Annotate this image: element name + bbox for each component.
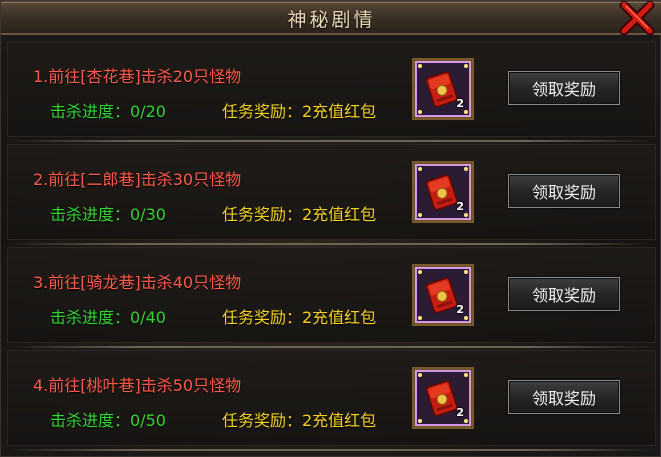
close-button[interactable] xyxy=(618,0,656,36)
quest-row: 2.前往[二郎巷]击杀30只怪物 击杀进度：0/30 任务奖励：2充值红包 2 … xyxy=(7,144,656,245)
quest-dialog: 神秘剧情 1.前往[杏花巷]击杀20只怪物 击杀进度：0/20 任务奖励：2充值… xyxy=(0,0,661,457)
quest-row: 4.前往[桃叶巷]击杀50只怪物 击杀进度：0/50 任务奖励：2充值红包 2 … xyxy=(7,350,656,451)
claim-reward-button[interactable]: 领取奖励 xyxy=(508,71,620,105)
red-envelope-icon xyxy=(412,161,474,223)
quest-row: 1.前往[杏花巷]击杀20只怪物 击杀进度：0/20 任务奖励：2充值红包 2 … xyxy=(7,41,656,142)
kill-progress: 击杀进度：0/40 xyxy=(50,308,166,327)
reward-text: 任务奖励：2充值红包 xyxy=(222,308,377,327)
kill-progress: 击杀进度：0/20 xyxy=(50,102,166,121)
reward-item-slot[interactable]: 2 xyxy=(410,56,476,122)
claim-reward-button[interactable]: 领取奖励 xyxy=(508,277,620,311)
quest-title: 4.前往[桃叶巷]击杀50只怪物 xyxy=(33,376,242,395)
kill-progress: 击杀进度：0/30 xyxy=(50,205,166,224)
claim-reward-button[interactable]: 领取奖励 xyxy=(508,380,620,414)
claim-reward-button[interactable]: 领取奖励 xyxy=(508,174,620,208)
red-envelope-icon xyxy=(412,367,474,429)
kill-progress: 击杀进度：0/50 xyxy=(50,411,166,430)
title-bar: 神秘剧情 xyxy=(1,0,661,36)
quest-row: 3.前往[骑龙巷]击杀40只怪物 击杀进度：0/40 任务奖励：2充值红包 2 … xyxy=(7,247,656,348)
close-x-icon xyxy=(619,0,655,36)
reward-text: 任务奖励：2充值红包 xyxy=(222,205,377,224)
quest-title: 3.前往[骑龙巷]击杀40只怪物 xyxy=(33,273,242,292)
item-count: 2 xyxy=(456,406,464,419)
dialog-title: 神秘剧情 xyxy=(287,9,376,31)
reward-item-slot[interactable]: 2 xyxy=(410,365,476,431)
reward-text: 任务奖励：2充值红包 xyxy=(222,411,377,430)
reward-text: 任务奖励：2充值红包 xyxy=(222,102,377,121)
quest-title: 2.前往[二郎巷]击杀30只怪物 xyxy=(33,170,242,189)
reward-item-slot[interactable]: 2 xyxy=(410,262,476,328)
red-envelope-icon xyxy=(412,264,474,326)
item-count: 2 xyxy=(456,200,464,213)
item-count: 2 xyxy=(456,97,464,110)
item-count: 2 xyxy=(456,303,464,316)
quest-title: 1.前往[杏花巷]击杀20只怪物 xyxy=(33,67,242,86)
reward-item-slot[interactable]: 2 xyxy=(410,159,476,225)
red-envelope-icon xyxy=(412,58,474,120)
